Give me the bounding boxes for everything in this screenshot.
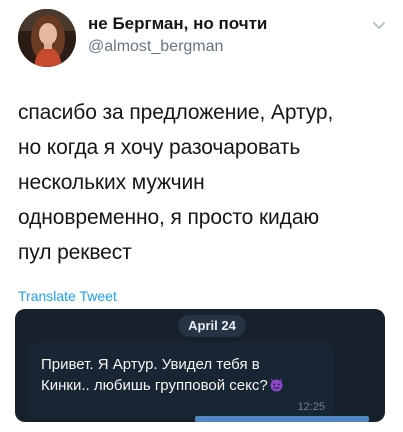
message-body: Привет. Я Артур. Увидел тебя в Кинки.. л… bbox=[41, 356, 268, 394]
tweet-text: спасибо за предложение, Артур, но когда … bbox=[18, 101, 334, 264]
avatar-photo bbox=[18, 9, 76, 67]
tweet-media-screenshot[interactable]: April 24 Привет. Я Артур. Увидел тебя в … bbox=[15, 309, 385, 422]
translate-tweet-link[interactable]: Translate Tweet bbox=[18, 287, 117, 305]
message-bubble: Привет. Я Артур. Увидел тебя в Кинки.. л… bbox=[28, 342, 334, 418]
date-badge: April 24 bbox=[178, 315, 246, 337]
message-text: Привет. Я Артур. Увидел тебя в Кинки.. л… bbox=[41, 354, 326, 396]
tweet: не Бергман, но почти @almost_bergman спа… bbox=[0, 0, 403, 432]
message-time: 12:25 bbox=[297, 401, 325, 413]
display-name[interactable]: не Бергман, но почти bbox=[88, 14, 267, 34]
chevron-down-icon[interactable] bbox=[370, 19, 388, 33]
user-handle[interactable]: @almost_bergman bbox=[88, 37, 223, 57]
avatar[interactable] bbox=[18, 9, 76, 67]
smiling-imp-emoji bbox=[269, 377, 284, 392]
chat-input-edge bbox=[195, 416, 369, 422]
